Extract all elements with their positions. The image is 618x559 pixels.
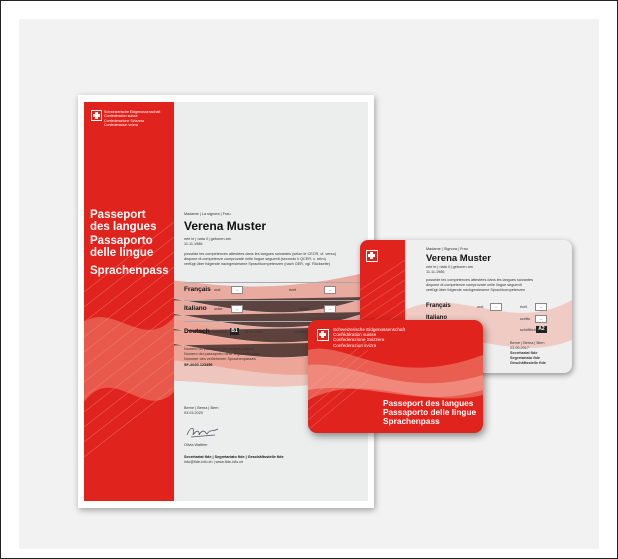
card-italian-written-label: scritto xyxy=(520,317,531,321)
statement-fr: possède les compétences attestées dans l… xyxy=(184,252,336,256)
card-language-french: Français xyxy=(426,303,451,309)
card-french-oral-box: – xyxy=(490,303,502,311)
card-italian-written-box: – xyxy=(535,315,547,323)
card-front-confederation-names: Schweizerische Eidgenossenschaft Confédé… xyxy=(333,327,405,348)
french-written-box: – xyxy=(324,286,336,294)
sidebar-hatch-decoration xyxy=(84,221,174,458)
issue-place: Berne | Berna | Bern xyxy=(184,406,219,410)
title-fr-1: Passeport xyxy=(90,209,146,221)
passport-card-front: Schweizerische Eidgenossenschaft Confédé… xyxy=(308,320,483,433)
italian-oral-label: orale xyxy=(214,307,223,311)
language-german: Deutsch xyxy=(184,328,210,335)
german-level-date: 18.02.2020 xyxy=(244,330,264,334)
title-it-1: Passaporto xyxy=(90,235,153,247)
french-oral-label: oral xyxy=(214,288,221,292)
passport-number-label-fr: Numéro du passeport des langues délivré xyxy=(184,347,255,351)
statement-de: verfügt über folgende nachgewiesene Spra… xyxy=(184,262,331,266)
confederation-names: Schweizerische Eidgenossenschaft Confédé… xyxy=(104,110,160,128)
passport-number-label-it: Numero del passaporto delle lingue rilas… xyxy=(184,352,260,356)
card-born-line: née le | nata il | geboren am xyxy=(426,265,473,269)
passport-number-label-de: Nummer des verliehenen Sprachenpasses xyxy=(184,357,256,361)
card-statement-de: verfügt über folgende nachgewiesene Spra… xyxy=(426,288,526,292)
italian-oral-box: – xyxy=(231,305,243,313)
certificate-titles: Passeport des langues Passaporto delle l… xyxy=(90,209,169,277)
french-oral-box: – xyxy=(231,286,243,294)
card-german-level-badge: A2 xyxy=(536,326,547,333)
birth-date: 11.11.1986 xyxy=(184,242,203,246)
statement-it: dispone di competenze comprovate nelle l… xyxy=(184,257,326,261)
divider xyxy=(184,282,368,283)
card-place: Berne | Berna | Bern xyxy=(510,341,545,345)
confederation-rm: Confederaziun svizra xyxy=(104,123,138,128)
born-line: née le | nata il | geboren am xyxy=(184,237,231,241)
title-it-2: delle lingue xyxy=(90,247,154,259)
contact-info: info@fide-info.ch | www.fide-info.ch xyxy=(184,460,244,464)
french-written-label: écrit xyxy=(289,288,297,292)
issue-date: 03.03.2020 xyxy=(184,411,204,415)
title-fr-2: des langues xyxy=(90,221,157,233)
card-secretariat-de: Geschäftsstelle fide xyxy=(510,361,546,365)
signatory-name: Olivia Walther xyxy=(184,443,208,447)
language-italian: Italiano xyxy=(184,305,207,312)
card-french-written-box: – xyxy=(535,303,547,311)
card-secretariat-it: Segretariato fide xyxy=(510,356,540,360)
language-french: Français xyxy=(184,286,211,293)
signature-image xyxy=(186,427,219,438)
red-sidebar: Schweizerische Eidgenossenschaft Confédé… xyxy=(84,102,174,501)
swiss-cross-icon xyxy=(317,329,329,341)
title-de: Sprachenpass xyxy=(90,265,169,277)
divider xyxy=(184,300,368,301)
holder-name: Verena Muster xyxy=(184,219,267,233)
card-statement-it: dispone di competenze comprovate nelle l… xyxy=(426,283,522,287)
card-french-written-label: écrit xyxy=(520,305,528,309)
italian-written-box: – xyxy=(324,305,336,313)
salutation: Madame | La signora | Frau xyxy=(184,212,231,216)
certificate-body: Schweizerische Eidgenossenschaft Confédé… xyxy=(84,102,368,501)
card-front-titles: Passeport des langues Passaporto delle l… xyxy=(383,399,476,426)
card-title-de: Sprachenpass xyxy=(383,416,440,426)
italian-written-label: scritto xyxy=(299,307,310,311)
secretariat: Secrétariat fide | Segretariato fide | G… xyxy=(184,455,284,459)
german-level-badge: B1 xyxy=(230,328,239,335)
card-french-oral-label: oral xyxy=(477,305,484,309)
card-secretariat-fr: Secrétariat fide xyxy=(510,351,538,355)
card-confederation-rm: Confederaziun svizra xyxy=(333,342,377,348)
card-statement-fr: possède les compétences attestées dans l… xyxy=(426,278,534,282)
passport-number: SF-2020-123456 xyxy=(184,363,213,367)
card-german-written-label: schriftlich xyxy=(520,328,536,332)
card-date: 03.06.2017 xyxy=(510,346,530,350)
card-birth-date: 11.11.1986 xyxy=(426,270,445,274)
language-passport-certificate: Schweizerische Eidgenossenschaft Confédé… xyxy=(78,95,374,508)
card-salutation: Madame | Signora | Frau xyxy=(426,247,468,251)
swiss-cross-icon xyxy=(91,110,102,121)
card-holder-name: Verena Muster xyxy=(426,253,491,264)
german-oral-label: mündlich xyxy=(212,330,228,334)
